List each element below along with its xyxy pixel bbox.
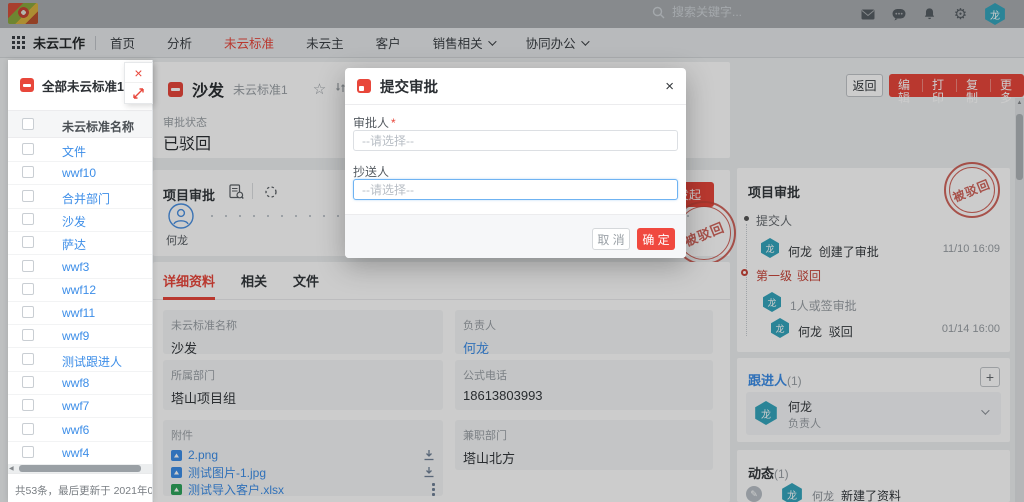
confirm-button[interactable]: 确 定 <box>637 228 675 250</box>
row-checkbox[interactable] <box>22 446 34 458</box>
required-mark: * <box>391 116 396 130</box>
select-all-checkbox[interactable] <box>22 118 34 130</box>
row-checkbox[interactable] <box>22 376 34 388</box>
list-row[interactable]: 文件 <box>8 138 152 162</box>
list-row[interactable]: wwf10 <box>8 161 152 185</box>
record-link[interactable]: 测试跟进人 <box>62 353 122 370</box>
record-link[interactable]: wwf9 <box>62 329 89 343</box>
approver-field-label: 审批人* <box>353 114 396 131</box>
row-checkbox[interactable] <box>22 166 34 178</box>
list-row[interactable]: wwf6 <box>8 418 152 442</box>
cancel-button[interactable]: 取 消 <box>592 228 630 250</box>
list-row[interactable]: wwf4 <box>8 441 152 465</box>
list-row[interactable]: wwf12 <box>8 278 152 302</box>
row-checkbox[interactable] <box>22 236 34 248</box>
record-link[interactable]: wwf10 <box>62 166 96 180</box>
record-link[interactable]: 合并部门 <box>62 190 110 207</box>
approval-modal-icon <box>357 79 371 93</box>
close-icon[interactable]: × <box>665 79 674 94</box>
panel-toggle: × <box>124 62 153 104</box>
list-row[interactable]: 萨达 <box>8 231 152 255</box>
record-link[interactable]: 沙发 <box>62 213 86 230</box>
record-type-icon <box>20 78 34 92</box>
row-checkbox[interactable] <box>22 213 34 225</box>
app-root: ⚙ 龙 未云工作 首页分析未云标准未云主客户销售相关协同办公 沙发 未云标准1 … <box>0 0 1024 502</box>
list-row[interactable]: wwf7 <box>8 394 152 418</box>
column-label: 未云标准名称 <box>62 118 134 135</box>
list-row[interactable]: 沙发 <box>8 208 152 232</box>
horizontal-scrollbar[interactable]: ◀ <box>8 464 152 473</box>
submit-approval-modal: 提交审批 × 审批人* 抄送人 取 消 确 定 <box>345 68 686 258</box>
row-checkbox[interactable] <box>22 306 34 318</box>
scrollbar-thumb[interactable] <box>19 465 141 472</box>
row-checkbox[interactable] <box>22 353 34 365</box>
record-link[interactable]: wwf3 <box>62 260 89 274</box>
record-link[interactable]: wwf12 <box>62 283 96 297</box>
close-panel-icon[interactable]: × <box>125 63 152 83</box>
row-checkbox[interactable] <box>22 423 34 435</box>
list-row[interactable]: wwf9 <box>8 324 152 348</box>
row-checkbox[interactable] <box>22 283 34 295</box>
list-footer: 共53条，最后更新于 2021年01月24日 <box>8 473 152 502</box>
scroll-left-arrow[interactable]: ◀ <box>9 465 14 472</box>
list-title: 全部未云标准1 <box>42 76 124 95</box>
modal-footer: 取 消 确 定 <box>345 214 686 258</box>
record-count-text: 共53条，最后更新于 2021年01月24日 <box>15 483 152 498</box>
cc-field-label: 抄送人 <box>353 163 389 180</box>
list-row[interactable]: wwf3 <box>8 255 152 279</box>
approver-select[interactable] <box>353 130 678 151</box>
list-column-header: 未云标准名称 <box>8 110 152 138</box>
cc-select[interactable] <box>353 179 678 200</box>
row-checkbox[interactable] <box>22 329 34 341</box>
row-checkbox[interactable] <box>22 399 34 411</box>
record-link[interactable]: wwf7 <box>62 399 89 413</box>
record-link[interactable]: 萨达 <box>62 236 86 253</box>
list-row[interactable]: wwf8 <box>8 371 152 395</box>
list-row[interactable]: 合并部门 <box>8 185 152 209</box>
modal-header: 提交审批 × <box>345 68 686 105</box>
record-link[interactable]: wwf11 <box>62 306 95 320</box>
list-row[interactable]: 测试跟进人 <box>8 348 152 372</box>
row-checkbox[interactable] <box>22 143 34 155</box>
record-link[interactable]: wwf6 <box>62 423 89 437</box>
modal-title: 提交审批 <box>380 76 438 97</box>
record-list-panel: 全部未云标准1 未云标准名称 文件 wwf10 合并部门 沙发 萨达 wwf3 … <box>8 60 153 502</box>
list-row[interactable]: wwf11 <box>8 301 152 325</box>
record-link[interactable]: wwf8 <box>62 376 89 390</box>
row-checkbox[interactable] <box>22 190 34 202</box>
expand-panel-icon[interactable] <box>125 83 152 103</box>
record-link[interactable]: wwf4 <box>62 446 89 460</box>
row-checkbox[interactable] <box>22 260 34 272</box>
record-link[interactable]: 文件 <box>62 143 86 160</box>
